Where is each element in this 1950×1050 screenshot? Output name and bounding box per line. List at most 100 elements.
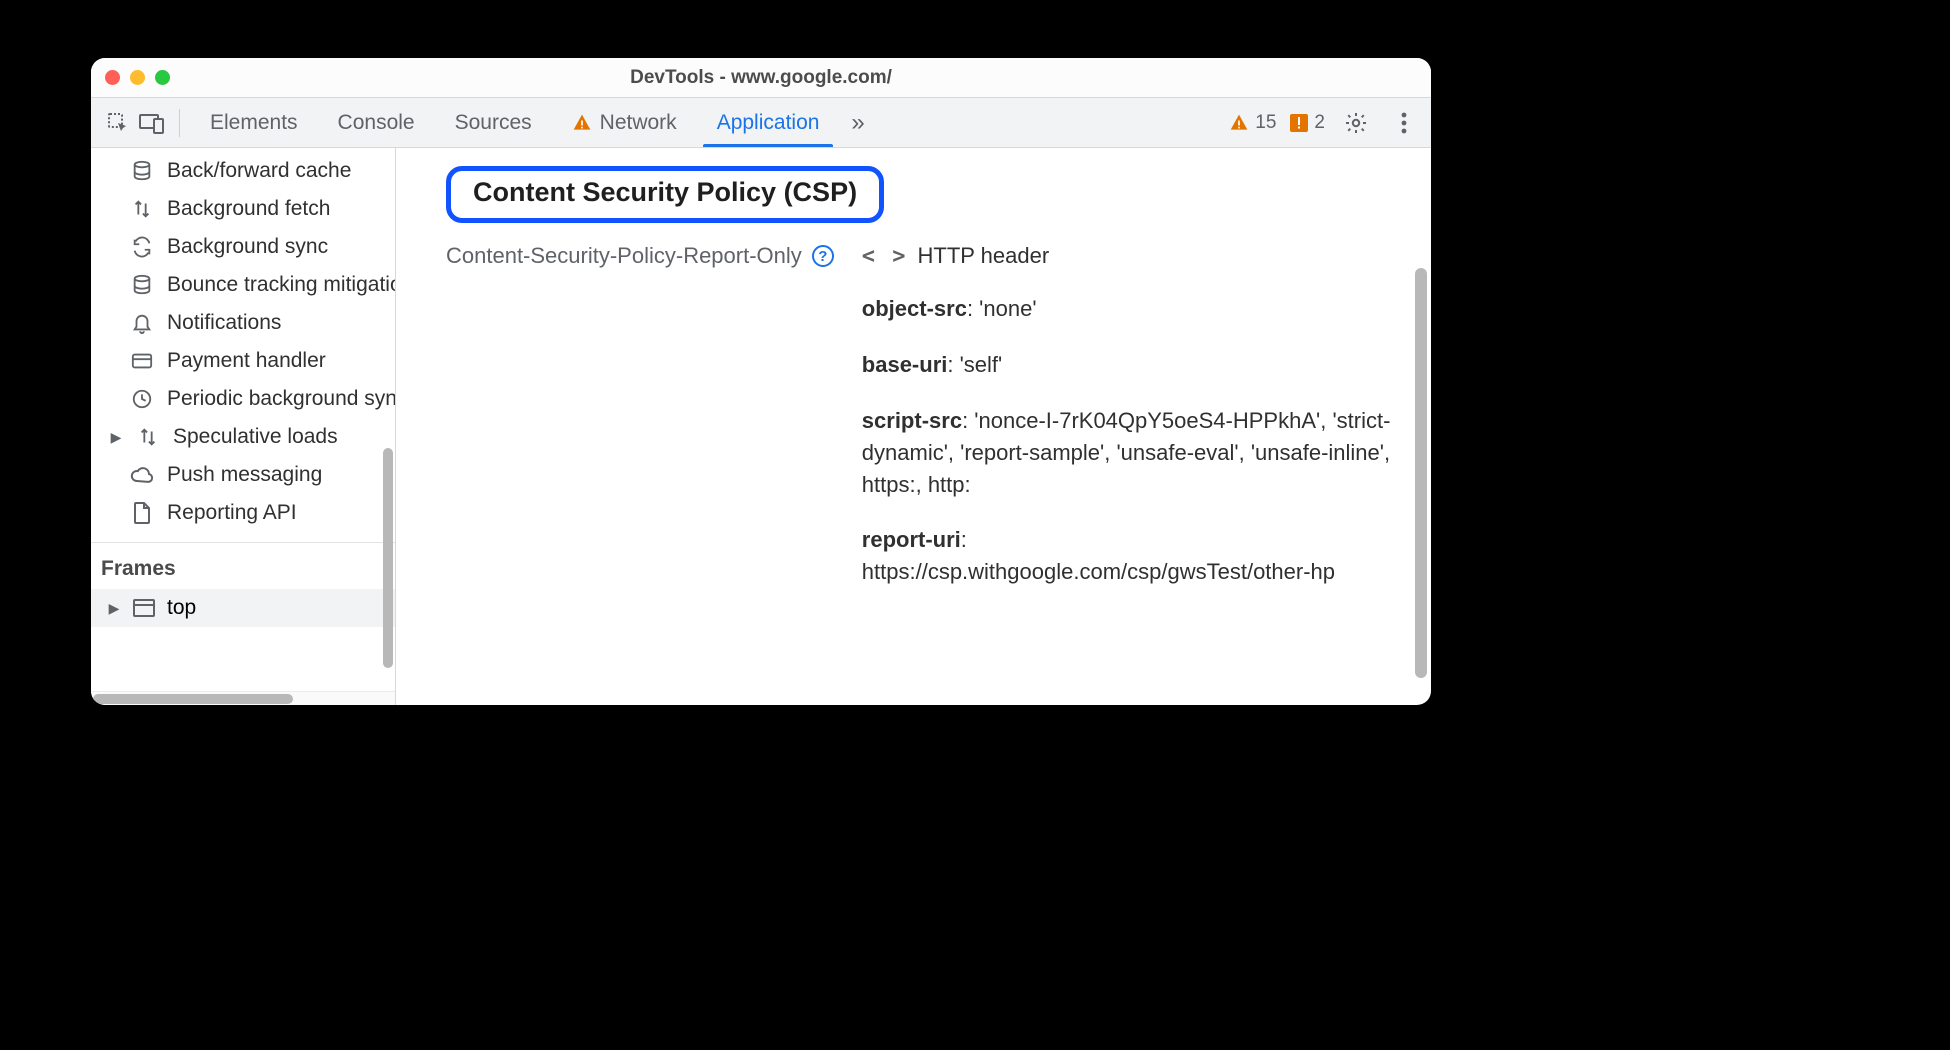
issue-icon bbox=[1290, 114, 1308, 132]
application-main: Content Security Policy (CSP) Content-Se… bbox=[396, 148, 1431, 705]
tab-sources[interactable]: Sources bbox=[435, 98, 552, 147]
warning-icon bbox=[1229, 113, 1249, 133]
csp-directive-value: https://csp.withgoogle.com/csp/gwsTest/o… bbox=[862, 559, 1335, 584]
tab-label: Console bbox=[338, 111, 415, 135]
sidebar-item-label: Speculative loads bbox=[173, 425, 338, 449]
main-vertical-scrollbar[interactable] bbox=[1415, 268, 1427, 678]
sidebar-item-label: Periodic background sync bbox=[167, 387, 395, 411]
chevrons-right-icon: » bbox=[851, 109, 864, 137]
minimize-window-button[interactable] bbox=[130, 70, 145, 85]
devtools-window: DevTools - www.google.com/ Elements Cons… bbox=[91, 58, 1431, 705]
csp-header-name: Content-Security-Policy-Report-Only bbox=[446, 243, 802, 269]
issues-count: 2 bbox=[1314, 112, 1325, 134]
csp-directive-name: script-src bbox=[862, 408, 962, 433]
code-brackets-icon: < > bbox=[862, 244, 908, 269]
cloud-icon bbox=[129, 462, 155, 488]
tab-network[interactable]: Network bbox=[552, 98, 697, 147]
tab-console[interactable]: Console bbox=[318, 98, 435, 147]
frame-icon bbox=[131, 595, 157, 621]
close-window-button[interactable] bbox=[105, 70, 120, 85]
panel-tabs: Elements Console Sources Network Applica… bbox=[190, 98, 877, 147]
sidebar-item-label: Reporting API bbox=[167, 501, 297, 525]
csp-directive-value: 'self' bbox=[960, 352, 1003, 377]
sidebar-list: Back/forward cache Background fetch Back… bbox=[91, 148, 395, 532]
sidebar-item-notifications[interactable]: Notifications bbox=[91, 304, 395, 342]
tab-elements[interactable]: Elements bbox=[190, 98, 318, 147]
csp-directive-name: base-uri bbox=[862, 352, 948, 377]
disclosure-triangle-icon: ▶ bbox=[107, 600, 121, 617]
toolbar-status: 15 2 bbox=[1229, 106, 1421, 140]
sync-icon bbox=[129, 234, 155, 260]
window-title: DevTools - www.google.com/ bbox=[91, 67, 1431, 89]
toolbar-separator bbox=[179, 109, 180, 137]
frames-top-row[interactable]: ▶ top bbox=[91, 589, 395, 627]
help-icon[interactable]: ? bbox=[812, 245, 834, 267]
sidebar-item-background-sync[interactable]: Background sync bbox=[91, 228, 395, 266]
tab-application[interactable]: Application bbox=[697, 98, 840, 147]
warning-icon bbox=[572, 113, 592, 133]
more-options-button[interactable] bbox=[1387, 106, 1421, 140]
devtools-body: Back/forward cache Background fetch Back… bbox=[91, 148, 1431, 705]
sidebar-item-background-fetch[interactable]: Background fetch bbox=[91, 190, 395, 228]
csp-header-name-cell: Content-Security-Policy-Report-Only ? bbox=[446, 243, 834, 269]
database-icon bbox=[129, 158, 155, 184]
sidebar-section-frames: Frames bbox=[91, 542, 395, 589]
tab-label: Network bbox=[600, 111, 677, 135]
sidebar-horizontal-scrollbar-thumb[interactable] bbox=[93, 694, 293, 704]
zoom-window-button[interactable] bbox=[155, 70, 170, 85]
application-sidebar: Back/forward cache Background fetch Back… bbox=[91, 148, 396, 705]
csp-heading: Content Security Policy (CSP) bbox=[473, 177, 857, 208]
tab-label: Application bbox=[717, 111, 820, 135]
sidebar-item-bfcache[interactable]: Back/forward cache bbox=[91, 152, 395, 190]
frames-top-label: top bbox=[167, 596, 196, 620]
sidebar-item-speculative-loads[interactable]: ▶ Speculative loads bbox=[91, 418, 395, 456]
devtools-toolbar: Elements Console Sources Network Applica… bbox=[91, 98, 1431, 148]
sidebar-item-payment-handler[interactable]: Payment handler bbox=[91, 342, 395, 380]
csp-directive: report-uri: https://csp.withgoogle.com/c… bbox=[862, 524, 1401, 588]
document-icon bbox=[129, 500, 155, 526]
sidebar-item-label: Bounce tracking mitigations bbox=[167, 273, 395, 297]
device-toolbar-icon[interactable] bbox=[135, 106, 169, 140]
sidebar-item-periodic-sync[interactable]: Periodic background sync bbox=[91, 380, 395, 418]
tab-label: Sources bbox=[455, 111, 532, 135]
csp-directive: script-src: 'nonce-I-7rK04QpY5oeS4-HPPkh… bbox=[862, 405, 1401, 501]
csp-source-label: HTTP header bbox=[918, 243, 1050, 269]
sidebar-item-bounce-tracking[interactable]: Bounce tracking mitigations bbox=[91, 266, 395, 304]
sidebar-item-reporting-api[interactable]: Reporting API bbox=[91, 494, 395, 532]
sidebar-vertical-scrollbar[interactable] bbox=[383, 448, 393, 668]
sidebar-item-push-messaging[interactable]: Push messaging bbox=[91, 456, 395, 494]
csp-source-row: < > HTTP header bbox=[862, 243, 1401, 269]
warnings-badge[interactable]: 15 bbox=[1229, 112, 1276, 134]
titlebar: DevTools - www.google.com/ bbox=[91, 58, 1431, 98]
csp-details: < > HTTP header object-src: 'none' base-… bbox=[862, 243, 1401, 612]
sidebar-item-label: Payment handler bbox=[167, 349, 326, 373]
clock-icon bbox=[129, 386, 155, 412]
transfer-icon bbox=[135, 424, 161, 450]
window-controls bbox=[105, 70, 170, 85]
sidebar-item-label: Background fetch bbox=[167, 197, 330, 221]
tab-label: Elements bbox=[210, 111, 298, 135]
credit-card-icon bbox=[129, 348, 155, 374]
sidebar-item-label: Back/forward cache bbox=[167, 159, 351, 183]
settings-button[interactable] bbox=[1339, 106, 1373, 140]
csp-directive: object-src: 'none' bbox=[862, 293, 1401, 325]
sidebar-scroll: Back/forward cache Background fetch Back… bbox=[91, 148, 395, 691]
disclosure-triangle-icon: ▶ bbox=[109, 429, 123, 446]
sidebar-item-label: Push messaging bbox=[167, 463, 322, 487]
database-icon bbox=[129, 272, 155, 298]
csp-report-row: Content-Security-Policy-Report-Only ? < … bbox=[446, 243, 1401, 612]
warnings-count: 15 bbox=[1255, 112, 1276, 134]
csp-directive: base-uri: 'self' bbox=[862, 349, 1401, 381]
tabs-overflow-button[interactable]: » bbox=[839, 98, 876, 147]
bell-icon bbox=[129, 310, 155, 336]
inspect-element-icon[interactable] bbox=[101, 106, 135, 140]
transfer-icon bbox=[129, 196, 155, 222]
issues-badge[interactable]: 2 bbox=[1290, 112, 1325, 134]
csp-directive-name: object-src bbox=[862, 296, 967, 321]
csp-heading-highlight: Content Security Policy (CSP) bbox=[446, 166, 884, 223]
csp-directive-name: report-uri bbox=[862, 527, 961, 552]
sidebar-horizontal-scrollbar-track[interactable] bbox=[91, 691, 395, 705]
sidebar-item-label: Notifications bbox=[167, 311, 281, 335]
csp-directive-value: 'none' bbox=[979, 296, 1036, 321]
sidebar-item-label: Background sync bbox=[167, 235, 328, 259]
